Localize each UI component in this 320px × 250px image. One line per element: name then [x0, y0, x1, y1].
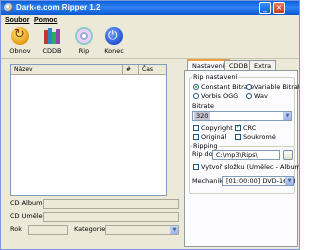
chevron-down-icon[interactable]: ▼: [285, 177, 293, 185]
rip-to-field[interactable]: C:\mp3\Rips\: [212, 150, 280, 160]
cddb-label: CDDB: [42, 47, 62, 55]
disc-icon: [75, 27, 93, 45]
title-bar[interactable]: Dark-e.com Ripper 1.2 _ ×: [1, 1, 299, 15]
ripping-title: Ripping: [192, 142, 219, 150]
drive-dropdown[interactable]: [01:00:00] DVD-16X I ▼: [222, 176, 296, 186]
refresh-icon: [11, 27, 29, 45]
rip-settings-title: Rip nastavení: [192, 73, 239, 81]
checkbox-create-folder[interactable]: [193, 164, 199, 170]
close-icon[interactable]: ×: [273, 2, 285, 14]
label-original: Originál: [201, 133, 227, 141]
label-private: Soukromé: [243, 133, 276, 141]
chevron-down-icon[interactable]: ▼: [283, 112, 291, 120]
label-wav: Wav: [254, 92, 268, 100]
chevron-down-icon[interactable]: ▼: [170, 226, 178, 234]
checkbox-crc[interactable]: [235, 123, 241, 131]
rip-to-value: C:\mp3\Rips\: [216, 151, 258, 159]
rip-button[interactable]: Rip: [71, 27, 97, 57]
menu-bar: Soubor Pomoc: [1, 15, 299, 26]
power-icon: [105, 27, 123, 45]
rip-label: Rip: [78, 47, 90, 55]
cd-album-field[interactable]: [43, 199, 179, 209]
checkbox-private[interactable]: [235, 134, 241, 140]
cddb-icon: [43, 27, 61, 45]
bitrate-value: 320: [194, 112, 211, 120]
menu-soubor[interactable]: Soubor: [5, 16, 30, 25]
settings-panel: Rip nastavení Constant Bitrate Variable …: [184, 70, 300, 247]
track-list-header: Název # Čas: [11, 65, 166, 75]
rip-to-label: Rip do: [192, 150, 213, 158]
label-vorbis-ogg: Vorbis OGG: [201, 92, 239, 100]
bitrate-dropdown[interactable]: 320 ▼: [192, 111, 292, 121]
app-window: Dark-e.com Ripper 1.2 _ × Soubor Pomoc O…: [0, 0, 300, 250]
refresh-button[interactable]: Obnov: [7, 27, 33, 57]
app-disc-icon: [4, 3, 13, 12]
checkbox-copyright[interactable]: [193, 125, 199, 131]
category-dropdown[interactable]: ▼: [105, 225, 179, 235]
menu-pomoc[interactable]: Pomoc: [34, 16, 57, 25]
label-copyright: Copyright: [201, 124, 233, 132]
track-list[interactable]: Název # Čas: [10, 64, 167, 196]
refresh-label: Obnov: [9, 47, 31, 55]
label-crc: CRC: [243, 124, 257, 132]
label-create-folder: Vytvoř složku (Umělec - Album): [201, 163, 300, 171]
cddb-button[interactable]: CDDB: [39, 27, 65, 57]
cd-artist-label: CD Umělec: [10, 212, 47, 220]
browse-folder-button[interactable]: [283, 150, 293, 160]
toolbar: Obnov CDDB Rip Konec: [1, 26, 299, 59]
year-field[interactable]: [28, 225, 68, 235]
exit-label: Konec: [104, 47, 124, 55]
radio-vorbis-ogg[interactable]: [193, 93, 199, 99]
minimize-icon[interactable]: _: [259, 2, 271, 14]
column-number[interactable]: #: [123, 65, 139, 75]
checkbox-original[interactable]: [193, 134, 199, 140]
radio-variable-bitrate[interactable]: [246, 84, 252, 90]
radio-wav[interactable]: [246, 93, 252, 99]
window-title: Dark-e.com Ripper 1.2: [16, 3, 101, 12]
cd-album-label: CD Album: [10, 199, 43, 207]
bitrate-label: Bitrate: [192, 102, 215, 110]
radio-constant-bitrate[interactable]: [193, 84, 199, 90]
column-name[interactable]: Název: [11, 65, 123, 75]
column-time[interactable]: Čas: [139, 65, 166, 75]
label-variable-bitrate: Variable Bitrate: [254, 83, 300, 91]
exit-button[interactable]: Konec: [101, 27, 127, 57]
cd-artist-field[interactable]: [43, 212, 179, 222]
year-label: Rok: [10, 225, 22, 233]
category-label: Kategorie: [74, 225, 106, 233]
